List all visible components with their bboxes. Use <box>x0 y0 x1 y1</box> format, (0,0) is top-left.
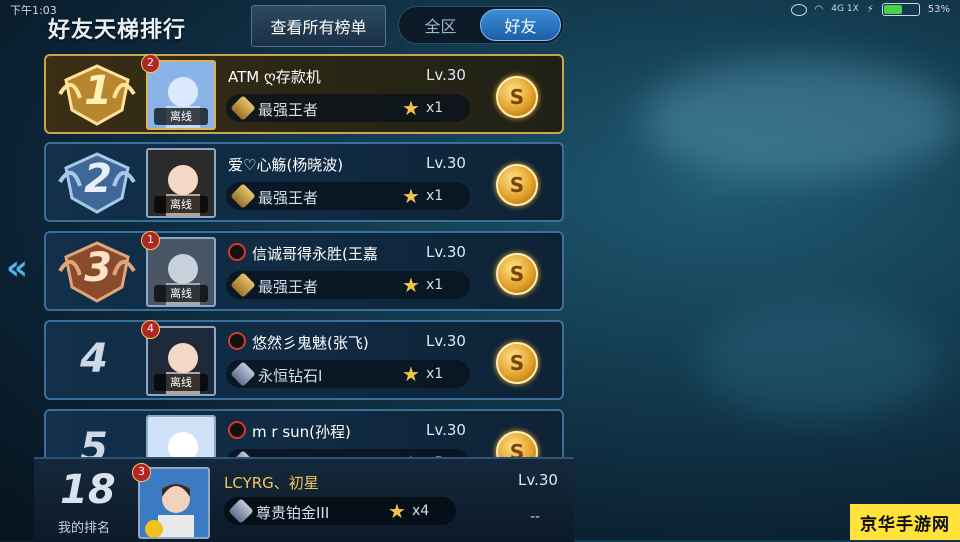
star-count: x1 <box>426 188 444 204</box>
tier-pill: 永恒钻石I ★ x1 <box>226 360 470 388</box>
ranking-row[interactable]: 3 离线 1 信诚哥得永胜(王嘉 Lv.30 最强王者 ★ x1 S <box>44 231 564 311</box>
wifi-icon: ◠ <box>814 4 824 15</box>
my-notification-badge: 3 <box>132 463 151 482</box>
my-rank-placeholder: -- <box>530 509 541 525</box>
battery-fill <box>883 5 902 14</box>
king-tier-icon <box>230 183 256 209</box>
offline-label: 离线 <box>154 285 208 302</box>
tier-pill: 最强王者 ★ x1 <box>226 94 470 122</box>
page-title: 好友天梯排行 <box>48 18 187 43</box>
player-name: m r sun(孙程) <box>228 421 351 442</box>
network-type: 4G 1X <box>831 4 859 14</box>
player-name-text: ATM ღ存款机 <box>228 68 321 86</box>
ranking-row[interactable]: 2 离线 爱♡心觞(杨晓波) Lv.30 最强王者 ★ x1 S <box>44 142 564 222</box>
star-icon: ★ <box>402 96 420 120</box>
player-name: ATM ღ存款机 <box>228 66 321 87</box>
my-rank-label: 我的排名 <box>58 521 111 536</box>
qq-penguin-icon <box>228 332 246 350</box>
ranking-row[interactable]: 4 离线 4 悠然彡鬼魅(张飞) Lv.30 永恒钻石I ★ x1 S <box>44 320 564 400</box>
view-all-rankings-button[interactable]: 查看所有榜单 <box>251 5 386 47</box>
send-coin-button[interactable]: S <box>496 164 538 206</box>
my-star-count: x4 <box>412 503 430 519</box>
player-level: Lv.30 <box>426 154 466 172</box>
send-coin-button[interactable]: S <box>496 76 538 118</box>
tier-text: 永恒钻石I <box>258 367 323 385</box>
tier-text: 最强王者 <box>258 101 319 119</box>
background-glow <box>640 60 960 180</box>
tab-all-regions[interactable]: 全区 <box>401 9 480 41</box>
offline-label: 离线 <box>154 374 208 391</box>
king-tier-icon <box>230 95 256 121</box>
notification-badge: 1 <box>141 231 160 250</box>
player-level: Lv.30 <box>426 243 466 261</box>
star-icon: ★ <box>388 499 406 523</box>
star-icon: ★ <box>402 184 420 208</box>
qq-penguin-icon <box>228 243 246 261</box>
tier-pill: 最强王者 ★ x1 <box>226 271 470 299</box>
player-name: 悠然彡鬼魅(张飞) <box>228 332 369 353</box>
tier-pill: 最强王者 ★ x1 <box>226 182 470 210</box>
player-level: Lv.30 <box>426 332 466 350</box>
star-icon: ★ <box>402 362 420 386</box>
tab-friends[interactable]: 好友 <box>480 9 561 41</box>
player-name: 爱♡心觞(杨晓波) <box>228 154 343 175</box>
player-name-text: 爱♡心觞(杨晓波) <box>228 156 344 174</box>
star-count: x1 <box>426 277 444 293</box>
offline-label: 离线 <box>154 196 208 213</box>
king-tier-icon <box>230 272 256 298</box>
star-count: x1 <box>426 100 444 116</box>
my-player-name: LCYRG、初星 <box>224 474 319 492</box>
rank-number: 1 <box>84 68 112 114</box>
notification-badge: 2 <box>141 54 160 73</box>
my-tier-text: 尊贵铂金III <box>256 504 330 522</box>
charging-icon: ⚡ <box>866 4 874 15</box>
alarm-icon <box>790 3 807 16</box>
ranking-row[interactable]: 1 离线 2 ATM ღ存款机 Lv.30 最强王者 ★ x1 S <box>44 54 564 134</box>
player-name-text: 悠然彡鬼魅(张飞) <box>252 334 369 352</box>
star-count: x1 <box>426 366 444 382</box>
rank-number: 3 <box>84 245 112 291</box>
star-icon: ★ <box>402 273 420 297</box>
rank-number: 2 <box>84 156 112 202</box>
my-level: Lv.30 <box>518 471 558 489</box>
avatar-portrait <box>140 469 208 537</box>
rank-number: 4 <box>80 336 108 382</box>
back-arrow-icon[interactable]: « <box>6 248 28 288</box>
tier-text: 最强王者 <box>258 278 319 296</box>
diamond-tier-icon <box>230 361 256 387</box>
my-tier-pill: 尊贵铂金III ★ x4 <box>224 497 456 525</box>
platinum-tier-icon <box>228 498 254 524</box>
send-coin-button[interactable]: S <box>496 342 538 384</box>
status-bar-right: ◠ 4G 1X ⚡ 53% <box>790 3 950 16</box>
notification-badge: 4 <box>141 320 160 339</box>
player-name: 信诚哥得永胜(王嘉 <box>228 243 378 264</box>
tier-text: 最强王者 <box>258 189 319 207</box>
player-level: Lv.30 <box>426 421 466 439</box>
my-rank-number: 18 <box>60 467 116 513</box>
background-glow <box>700 300 940 420</box>
region-tab-group: 全区 好友 <box>398 6 564 44</box>
my-rank-bar: 18 我的排名 3 LCYRG、初星 Lv.30 尊贵铂金III ★ x4 -- <box>34 457 574 542</box>
player-avatar[interactable]: 离线 <box>146 148 216 218</box>
battery-icon <box>881 3 920 16</box>
player-name-text: 信诚哥得永胜(王嘉 <box>252 245 378 263</box>
qq-penguin-icon <box>228 421 246 439</box>
player-level: Lv.30 <box>426 66 466 84</box>
battery-percent: 53% <box>927 4 950 15</box>
send-coin-button[interactable]: S <box>496 253 538 295</box>
offline-label: 离线 <box>154 108 208 125</box>
player-name-text: m r sun(孙程) <box>252 423 351 441</box>
site-watermark: 京华手游网 <box>850 504 960 540</box>
